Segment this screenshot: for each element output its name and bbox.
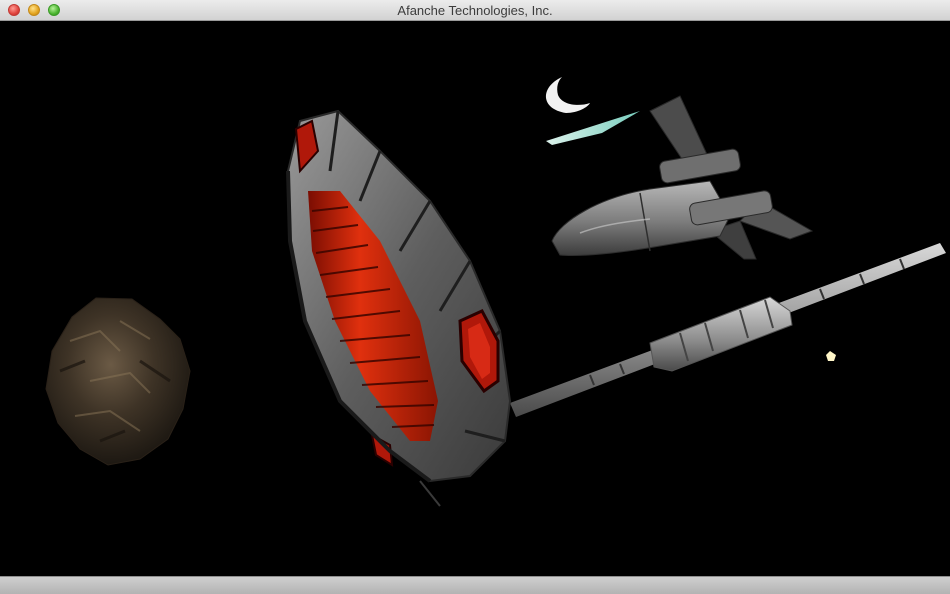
moon-crescent — [545, 77, 590, 113]
stargate-ring — [286, 109, 512, 507]
space-station-rod — [510, 243, 946, 417]
app-window: Afanche Technologies, Inc. — [0, 0, 950, 594]
window-bottom-bar — [0, 576, 950, 594]
star — [826, 351, 836, 361]
spaceship — [551, 95, 814, 260]
scene-canvas — [45, 77, 946, 507]
light-streak — [546, 111, 640, 145]
window-title: Afanche Technologies, Inc. — [397, 3, 553, 18]
title-bar[interactable]: Afanche Technologies, Inc. — [0, 0, 950, 21]
asteroid — [45, 297, 191, 466]
3d-viewport[interactable] — [0, 21, 950, 576]
